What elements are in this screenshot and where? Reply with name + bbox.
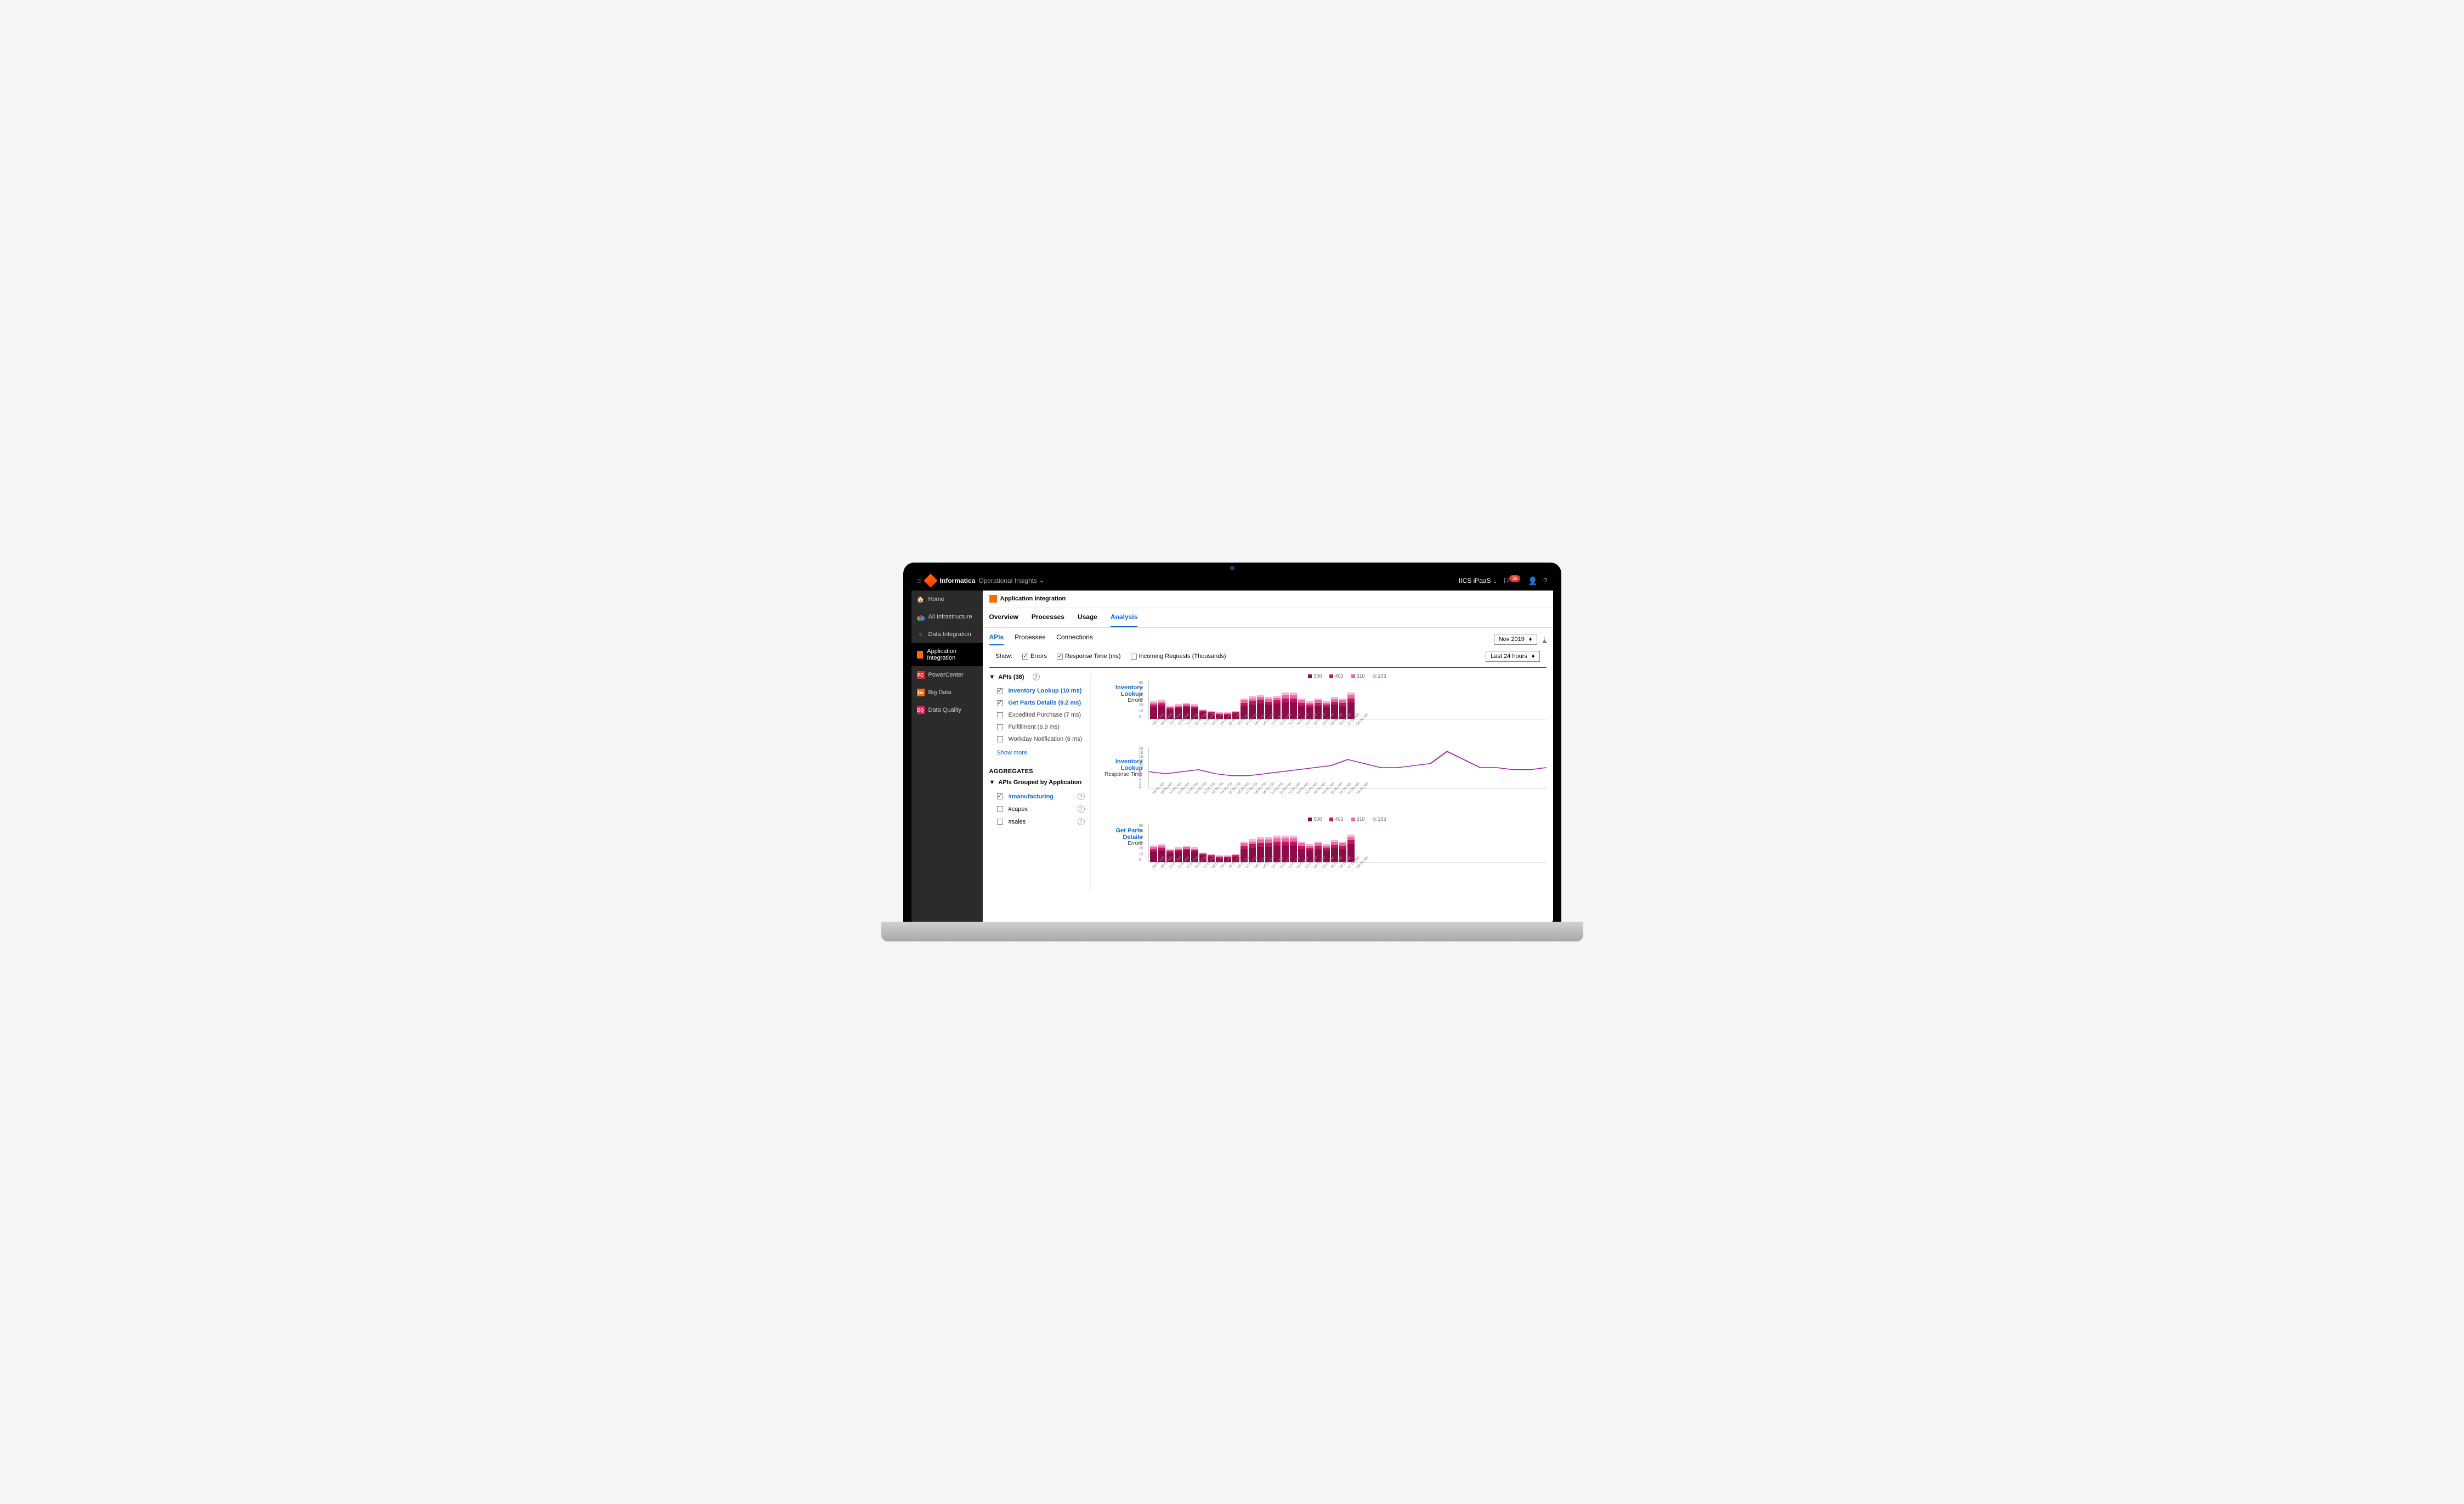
chart-subtitle: Errors: [1096, 697, 1143, 703]
agg-item-sales[interactable]: #sales?: [989, 815, 1085, 828]
filter-incoming-requests[interactable]: Incoming Requests (Thousands): [1131, 653, 1226, 660]
chart-inventory-errors: Inventory Lookup Errors 500403310203 605…: [1096, 673, 1547, 737]
chart-parts-errors: Get Parts Details Errors 500403310203 60…: [1096, 816, 1547, 881]
api-tree-panel: ▼ APIs (38) ? Inventory Lookup (10 ms) G…: [989, 673, 1091, 890]
tab-overview[interactable]: Overview: [989, 608, 1018, 627]
breadcrumb: Application Integration: [983, 591, 1553, 608]
logo-icon: [924, 574, 937, 587]
sub-tabs: APIs Processes Connections: [989, 633, 1093, 645]
app-integration-icon: [917, 651, 924, 659]
filter-row: Show: Errors Response Time (ms) Incoming…: [989, 645, 1547, 668]
user-icon[interactable]: 👤: [1528, 576, 1537, 586]
api-item-workday-notification[interactable]: Workday Notification (6 ms): [989, 733, 1085, 745]
notifications-icon[interactable]: ⚐: [1503, 576, 1510, 585]
aggregates-title: AGGREGATES: [989, 768, 1085, 775]
month-picker[interactable]: Nov 2019♦: [1494, 634, 1537, 645]
subtab-processes[interactable]: Processes: [1015, 633, 1045, 645]
show-more-link[interactable]: Show more: [989, 745, 1085, 760]
chart-title: Inventory Lookup: [1096, 758, 1143, 771]
screen: ≡ Informatica Operational Insights ⌄ IIC…: [911, 571, 1553, 922]
x-axis-labels: 08:00 AM09:00 AM10:00 AM11:00 AM12:00 PM…: [1148, 721, 1547, 737]
help-circle-icon[interactable]: ?: [1078, 818, 1085, 825]
infra-icon: [917, 613, 925, 621]
laptop-frame: ≡ Informatica Operational Insights ⌄ IIC…: [903, 563, 1561, 922]
apis-header[interactable]: ▼ APIs (38) ?: [989, 673, 1085, 680]
x-axis-labels: 08:00 AM09:00 AM10:00 AM11:00 AM12:00 PM…: [1148, 864, 1547, 881]
data-integration-icon: [917, 631, 925, 638]
api-item-get-parts-details[interactable]: Get Parts Details (9.2 ms): [989, 697, 1085, 709]
powercenter-icon: PC: [917, 671, 925, 679]
subtab-apis[interactable]: APIs: [989, 633, 1004, 645]
api-item-fulfillment[interactable]: Fulfillment (6.9 ms): [989, 721, 1085, 733]
notification-badge: 36: [1509, 575, 1520, 582]
topbar: ≡ Informatica Operational Insights ⌄ IIC…: [911, 571, 1553, 591]
show-label: Show:: [996, 653, 1013, 660]
sidebar-item-infrastructure[interactable]: All Infrastructure: [911, 608, 983, 626]
chevron-down-icon[interactable]: ⌄: [1039, 578, 1044, 584]
home-icon: [917, 595, 925, 603]
time-range-picker[interactable]: Last 24 hours♦: [1486, 651, 1539, 662]
bar-chart: 6050403020100: [1148, 824, 1547, 862]
charts-panel: Inventory Lookup Errors 500403310203 605…: [1096, 673, 1547, 890]
download-icon[interactable]: ↓: [1543, 636, 1547, 643]
sidebar-item-data-integration[interactable]: Data Integration: [911, 626, 983, 643]
page-title: Application Integration: [1000, 595, 1066, 602]
chart-legend: 500403310203: [1148, 816, 1547, 822]
dataquality-icon: DQ: [917, 706, 925, 714]
chart-title: Get Parts Details: [1096, 827, 1143, 841]
line-chart: 20181614121086420: [1148, 747, 1547, 788]
chart-legend: 500403310203: [1148, 673, 1547, 679]
filter-errors[interactable]: Errors: [1022, 653, 1047, 660]
chart-subtitle: Response Time: [1096, 771, 1143, 777]
api-item-expedited-purchase[interactable]: Expedited Purchase (7 ms): [989, 709, 1085, 721]
help-icon[interactable]: ?: [1543, 576, 1548, 585]
subtab-connections[interactable]: Connections: [1056, 633, 1093, 645]
sidebar-item-big-data[interactable]: DvBig Data: [911, 684, 983, 701]
chart-subtitle: Errors: [1096, 841, 1143, 847]
agg-item-capex[interactable]: #capex?: [989, 803, 1085, 815]
help-circle-icon[interactable]: ?: [1078, 805, 1085, 813]
main-content: Application Integration Overview Process…: [983, 591, 1553, 922]
menu-icon[interactable]: ≡: [917, 576, 921, 585]
chart-inventory-response-time: Inventory Lookup Response Time 201816141…: [1096, 747, 1547, 807]
sidebar-item-powercenter[interactable]: PCPowerCenter: [911, 666, 983, 684]
tab-processes[interactable]: Processes: [1032, 608, 1064, 627]
product-name: Operational Insights: [978, 577, 1037, 584]
laptop-base: [881, 922, 1583, 941]
api-item-inventory-lookup[interactable]: Inventory Lookup (10 ms): [989, 685, 1085, 697]
agg-item-manufacturing[interactable]: #manufacturing?: [989, 790, 1085, 803]
chart-title: Inventory Lookup: [1096, 684, 1143, 697]
main-tabs: Overview Processes Usage Analysis: [983, 608, 1553, 628]
camera-dot: [1230, 566, 1234, 570]
filter-response-time[interactable]: Response Time (ms): [1057, 653, 1120, 660]
bigdata-icon: Dv: [917, 689, 925, 696]
grouped-header[interactable]: ▼ APIs Grouped by Application: [989, 779, 1085, 786]
account-switcher[interactable]: IICS iPaaS ⌄: [1459, 577, 1497, 584]
bar-chart: 6050403020100: [1148, 681, 1547, 719]
brand-name: Informatica: [940, 577, 976, 584]
sidebar-item-application-integration[interactable]: Application Integration: [911, 643, 983, 666]
sidebar-item-home[interactable]: Home: [911, 591, 983, 608]
sidebar-item-data-quality[interactable]: DQData Quality: [911, 701, 983, 719]
tab-analysis[interactable]: Analysis: [1111, 608, 1137, 627]
help-circle-icon[interactable]: ?: [1078, 793, 1085, 800]
tab-usage[interactable]: Usage: [1078, 608, 1097, 627]
help-circle-icon[interactable]: ?: [1033, 673, 1040, 680]
breadcrumb-icon: [989, 595, 997, 603]
x-axis-labels: 08:00 AM09:00 AM10:00 AM11:00 AM12:00 PM…: [1148, 790, 1547, 807]
sidebar: Home All Infrastructure Data Integration…: [911, 591, 983, 922]
